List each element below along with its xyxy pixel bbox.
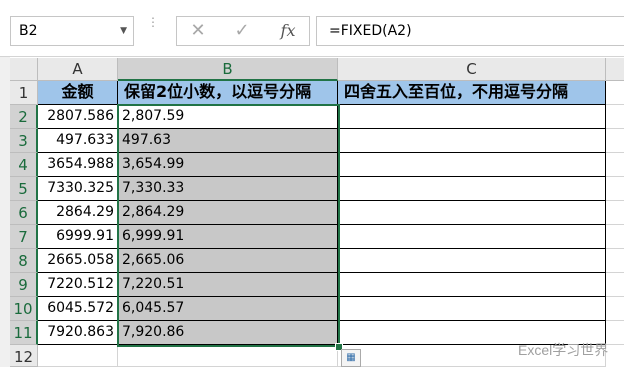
cell-a11[interactable]: 7920.863 [38, 321, 118, 345]
cell-b8[interactable]: 2,665.06 [118, 249, 338, 273]
cell-d6[interactable] [606, 201, 624, 225]
cell-d10[interactable] [606, 297, 624, 321]
formula-bar-grip-icon[interactable]: ⋮ [146, 16, 160, 44]
name-box[interactable]: B2 ▼ [10, 16, 134, 46]
select-all-corner[interactable] [10, 58, 38, 81]
cell-c7[interactable] [338, 225, 606, 249]
cell-a1[interactable]: 金额 [38, 81, 118, 105]
formula-bar: B2 ▼ ⋮ ✕ ✓ fx =FIXED(A2) [0, 0, 624, 56]
cell-a7[interactable]: 6999.91 [38, 225, 118, 249]
chevron-down-icon[interactable]: ▼ [120, 17, 127, 45]
cell-d2[interactable] [606, 105, 624, 129]
cell-d7[interactable] [606, 225, 624, 249]
cell-d8[interactable] [606, 249, 624, 273]
name-box-value: B2 [19, 23, 38, 39]
cell-b1[interactable]: 保留2位小数，以逗号分隔 [118, 81, 338, 105]
cell-b7[interactable]: 6,999.91 [118, 225, 338, 249]
fx-icon[interactable]: fx [271, 19, 305, 43]
row-header-8[interactable]: 8 [10, 249, 38, 273]
cell-b5[interactable]: 7,330.33 [118, 177, 338, 201]
cell-c4[interactable] [338, 153, 606, 177]
cell-b4[interactable]: 3,654.99 [118, 153, 338, 177]
quick-analysis-icon[interactable]: ▦ [341, 349, 361, 367]
row-header-4[interactable]: 4 [10, 153, 38, 177]
close-icon[interactable]: ✕ [181, 19, 215, 43]
cell-b11[interactable]: 7,920.86 [118, 321, 338, 345]
column-header-c[interactable]: C [338, 58, 606, 81]
cell-c1[interactable]: 四舍五入至百位，不用逗号分隔 [338, 81, 606, 105]
cell-d4[interactable] [606, 153, 624, 177]
cell-d3[interactable] [606, 129, 624, 153]
row-header-12[interactable]: 12 [10, 345, 38, 367]
cell-a10[interactable]: 6045.572 [38, 297, 118, 321]
row-header-10[interactable]: 10 [10, 297, 38, 321]
cell-a5[interactable]: 7330.325 [38, 177, 118, 201]
cell-d1[interactable] [606, 81, 624, 105]
row-header-11[interactable]: 11 [10, 321, 38, 345]
cell-a8[interactable]: 2665.058 [38, 249, 118, 273]
cell-a4[interactable]: 3654.988 [38, 153, 118, 177]
cell-c10[interactable] [338, 297, 606, 321]
cell-a2[interactable]: 2807.586 [38, 105, 118, 129]
cell-b2[interactable]: 2,807.59 [118, 105, 338, 129]
cell-c3[interactable] [338, 129, 606, 153]
row-header-5[interactable]: 5 [10, 177, 38, 201]
formula-buttons: ✕ ✓ fx [176, 16, 310, 46]
cell-b3[interactable]: 497.63 [118, 129, 338, 153]
cell-b12[interactable] [118, 345, 338, 367]
cell-d11[interactable] [606, 321, 624, 345]
cell-a3[interactable]: 497.633 [38, 129, 118, 153]
row-header-6[interactable]: 6 [10, 201, 38, 225]
cell-a12[interactable] [38, 345, 118, 367]
column-header-d[interactable] [606, 58, 624, 81]
cell-b6[interactable]: 2,864.29 [118, 201, 338, 225]
cell-b9[interactable]: 7,220.51 [118, 273, 338, 297]
column-header-b[interactable]: B [118, 58, 338, 81]
cell-c2[interactable] [338, 105, 606, 129]
row-header-3[interactable]: 3 [10, 129, 38, 153]
watermark: Excel学习世界 [518, 342, 609, 358]
row-header-7[interactable]: 7 [10, 225, 38, 249]
cell-d9[interactable] [606, 273, 624, 297]
cell-a6[interactable]: 2864.29 [38, 201, 118, 225]
cell-c9[interactable] [338, 273, 606, 297]
cell-d5[interactable] [606, 177, 624, 201]
column-header-a[interactable]: A [38, 58, 118, 81]
row-header-9[interactable]: 9 [10, 273, 38, 297]
row-header-1[interactable]: 1 [10, 81, 38, 105]
cell-b10[interactable]: 6,045.57 [118, 297, 338, 321]
divider [0, 56, 624, 57]
left-edge-strip [0, 56, 10, 367]
row-header-2[interactable]: 2 [10, 105, 38, 129]
cell-c8[interactable] [338, 249, 606, 273]
cell-a9[interactable]: 7220.512 [38, 273, 118, 297]
cell-c5[interactable] [338, 177, 606, 201]
formula-input[interactable]: =FIXED(A2) [316, 16, 624, 46]
cell-c6[interactable] [338, 201, 606, 225]
check-icon[interactable]: ✓ [225, 19, 259, 43]
